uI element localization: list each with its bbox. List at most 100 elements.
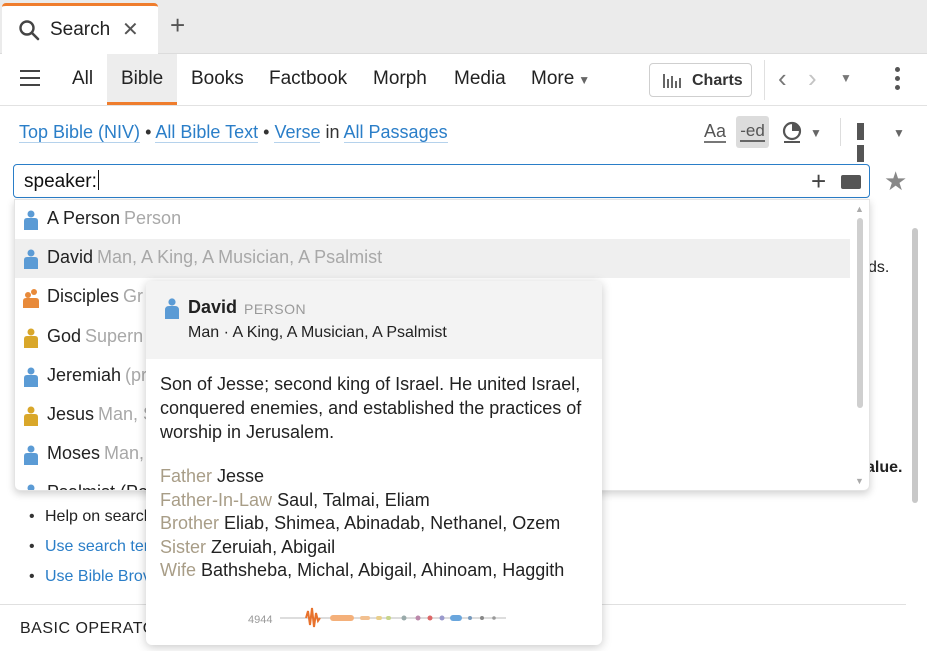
occurrence-timeline[interactable] (280, 603, 510, 633)
suggestion-name: Moses Man, (47, 443, 144, 464)
help-list: Help on search Use search ter Use Bible … (29, 508, 153, 598)
history-dropdown-icon[interactable]: ▼ (840, 71, 852, 85)
chevron-down-icon[interactable]: ▼ (893, 126, 905, 140)
suggestion-label: Jesus (47, 404, 95, 424)
nav-tab-morph[interactable]: Morph (373, 68, 427, 90)
keyboard-icon[interactable] (841, 175, 861, 189)
kebab-menu-icon[interactable] (895, 67, 901, 93)
person-roles: Man · A King, A Musician, A Psalmist (188, 324, 447, 341)
text-scope-selector[interactable]: All Bible Text (155, 122, 259, 143)
suggestion-item[interactable]: A Person Person (15, 200, 850, 239)
search-icon (19, 20, 40, 41)
person-icon (24, 328, 38, 348)
person-description: Son of Jesse; second king of Israel. He … (160, 374, 582, 442)
separator-dot: • (263, 122, 270, 142)
relation-father-in-law: Father-In-Law Saul, Talmai, Eliam (160, 490, 430, 511)
suggestion-description: Supern (85, 325, 144, 346)
relation-key: Wife (160, 560, 196, 580)
suggestion-label: Moses (47, 443, 101, 464)
divider (764, 60, 765, 100)
suggestion-description: Man, A King, A Musician, A Psalmist (97, 247, 383, 268)
nav-tab-books[interactable]: Books (191, 68, 244, 90)
person-name[interactable]: David (188, 297, 237, 318)
person-icon (24, 406, 38, 426)
suggestion-item[interactable]: David Man, A King, A Musician, A Psalmist (15, 239, 850, 279)
person-icon (24, 367, 38, 387)
suggestion-description: (pr (125, 364, 148, 385)
suggestion-label: Disciples (47, 286, 120, 307)
star-icon[interactable]: ★ (884, 166, 907, 196)
divider (840, 118, 841, 146)
relation-sister: Sister Zeruiah, Abigail (160, 537, 335, 558)
speech-bubble-icon[interactable] (781, 121, 803, 143)
person-icon (24, 249, 38, 270)
person-icon (165, 298, 179, 319)
relation-key: Father (160, 466, 213, 486)
relation-value[interactable]: Eliab, Shimea, Abinadab, Nethanel, Ozem (224, 513, 560, 533)
text-cursor (97, 170, 99, 190)
bible-selector[interactable]: Top Bible (NIV) (19, 122, 141, 143)
add-icon[interactable]: + (811, 167, 826, 195)
relation-value[interactable]: Saul, Talmai, Eliam (277, 490, 430, 510)
columns-icon[interactable] (857, 123, 875, 162)
forward-arrow-icon[interactable]: › (808, 65, 817, 91)
result-text-fragment: ds. (868, 259, 890, 276)
match-all-forms-label: -ed (740, 121, 765, 142)
tab-label: Search (50, 19, 111, 40)
suggestion-name: God Supern (47, 326, 143, 347)
suggestion-description: Man, (104, 443, 145, 464)
unit-selector[interactable]: Verse (274, 122, 321, 143)
nav-tab-more[interactable]: More ▼ (531, 68, 590, 90)
relation-value[interactable]: Zeruiah, Abigail (211, 537, 335, 557)
list-item[interactable]: Help on search (29, 508, 153, 538)
section-heading: BASIC OPERATO (20, 620, 156, 637)
nav-tab-all[interactable]: All (72, 68, 93, 90)
person-icon (24, 445, 38, 466)
nav-tab-factbook[interactable]: Factbook (269, 68, 347, 90)
resource-nav-bar: All Bible Books Factbook Morph Media Mor… (0, 54, 927, 106)
relation-key: Brother (160, 513, 220, 533)
person-popup: David PERSON Man · A King, A Musician, A… (146, 281, 602, 645)
person-type: PERSON (244, 301, 307, 317)
chevron-down-icon: ▼ (578, 73, 591, 87)
result-text-fragment: alue. (866, 459, 903, 476)
tab-search[interactable]: Search ✕ (2, 3, 158, 54)
nav-tab-media[interactable]: Media (454, 68, 506, 90)
search-query: speaker: (24, 170, 99, 193)
suggestion-label: David (47, 247, 94, 268)
charts-button[interactable]: Charts (649, 63, 752, 97)
tab-strip: Search ✕ + (0, 0, 927, 54)
bar-chart-icon (663, 74, 681, 88)
relation-value[interactable]: Bathsheba, Michal, Abigail, Ahinoam, Hag… (201, 560, 564, 580)
relation-father: Father Jesse (160, 466, 264, 487)
list-item[interactable]: Use Bible Brov (29, 568, 153, 598)
suggestion-name: David Man, A King, A Musician, A Psalmist (47, 247, 382, 268)
occurrence-count: 4944 (248, 614, 273, 626)
search-input[interactable]: speaker: + (13, 164, 870, 198)
scroll-up-icon[interactable]: ▲ (855, 204, 864, 214)
match-all-forms-button[interactable]: -ed (736, 116, 769, 148)
suggestion-name: Jesus Man, S (47, 404, 155, 425)
suggestion-description: Gr (123, 286, 144, 307)
scroll-down-icon[interactable]: ▼ (855, 476, 864, 486)
suggestion-name: A Person Person (47, 208, 181, 229)
suggestion-label: A Person (47, 208, 121, 228)
new-tab-icon[interactable]: + (170, 12, 185, 38)
nav-tab-bible[interactable]: Bible (107, 54, 178, 105)
relation-value[interactable]: Jesse (217, 466, 264, 486)
close-tab-icon[interactable]: ✕ (122, 19, 139, 41)
suggestion-name: Disciples Gr (47, 286, 143, 307)
relation-key: Sister (160, 537, 207, 557)
group-icon (23, 289, 39, 309)
back-arrow-icon[interactable]: ‹ (778, 65, 787, 91)
match-case-button[interactable]: Aa (704, 121, 727, 143)
results-scrollbar[interactable] (912, 228, 918, 503)
relation-wife: Wife Bathsheba, Michal, Abigail, Ahinoam… (160, 560, 564, 581)
chevron-down-icon[interactable]: ▼ (810, 126, 822, 140)
list-item[interactable]: Use search ter (29, 538, 153, 568)
passages-selector[interactable]: All Passages (343, 122, 448, 143)
menu-icon[interactable] (20, 70, 40, 86)
suggestion-label: God (47, 325, 82, 346)
suggestion-name: Jeremiah (pr (47, 365, 147, 386)
dropdown-scrollbar[interactable] (857, 218, 863, 408)
